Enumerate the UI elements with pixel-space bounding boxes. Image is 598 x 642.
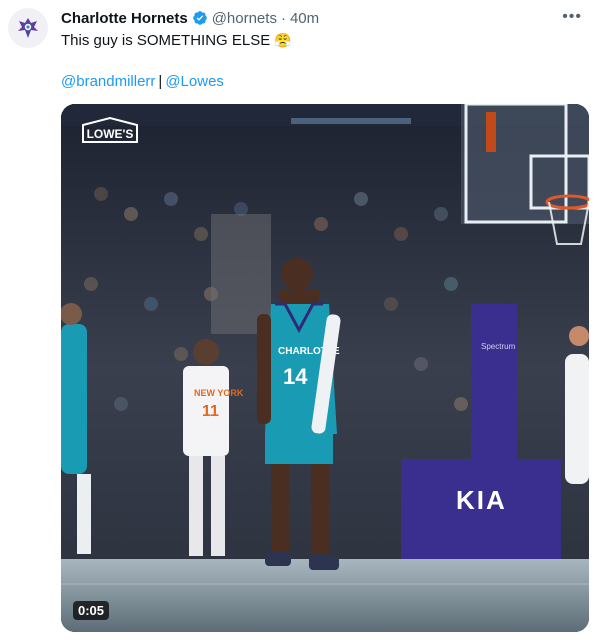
svg-text:14: 14	[283, 364, 308, 389]
mention-lowes[interactable]: @Lowes	[165, 73, 224, 90]
video-duration-badge: 0:05	[73, 601, 110, 620]
tweet-body: This guy is SOMETHING ELSE	[61, 32, 271, 49]
handle[interactable]: @hornets	[212, 10, 277, 27]
mention-separator: |	[158, 73, 163, 90]
verified-badge-icon	[192, 10, 208, 26]
svg-text:11: 11	[202, 403, 219, 420]
svg-text:KIA: KIA	[456, 485, 507, 515]
tweet-header: Charlotte Hornets @hornets · 40m •••	[61, 8, 582, 28]
more-options-icon[interactable]: •••	[562, 8, 582, 26]
mentions-line: @brandmillerr | @Lowes	[61, 72, 224, 92]
video-player[interactable]: Spectrum KIA NEW YORK 11 CHARLOTTE 14 LO…	[61, 104, 589, 632]
frustrated-face-emoji: 😤	[274, 32, 292, 48]
svg-text:Spectrum: Spectrum	[481, 342, 516, 351]
video-frame: Spectrum KIA NEW YORK 11 CHARLOTTE 14	[61, 104, 589, 632]
display-name[interactable]: Charlotte Hornets	[61, 10, 188, 27]
avatar[interactable]	[8, 8, 48, 48]
mention-brandmillerr[interactable]: @brandmillerr	[61, 73, 155, 90]
separator-dot: ·	[280, 9, 286, 27]
hornet-logo-icon	[18, 18, 38, 38]
lowes-logo-watermark: LOWE'S	[82, 116, 138, 143]
tweet-text: This guy is SOMETHING ELSE 😤	[61, 30, 292, 51]
svg-text:LOWE'S: LOWE'S	[87, 127, 134, 141]
svg-text:NEW YORK: NEW YORK	[194, 388, 244, 398]
timestamp[interactable]: 40m	[290, 10, 319, 27]
